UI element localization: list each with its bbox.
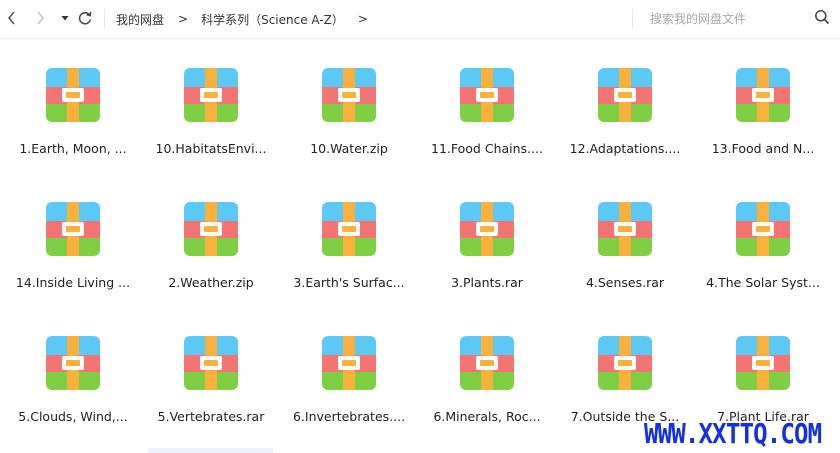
file-item[interactable]: 4.The Solar Syst... bbox=[694, 172, 832, 306]
file-item[interactable]: 13.Food and N... bbox=[694, 38, 832, 172]
caret-down-icon bbox=[60, 13, 70, 23]
file-item[interactable]: 10.Water.zip bbox=[280, 38, 418, 172]
file-item[interactable]: 5.Clouds, Wind,... bbox=[4, 306, 142, 440]
history-dropdown-button[interactable] bbox=[54, 7, 76, 29]
toolbar: 我的网盘 > 科学系列（Science A-Z） > bbox=[0, 0, 840, 39]
file-item[interactable]: 1.Earth, Moon, ... bbox=[4, 38, 142, 172]
file-grid: 1.Earth, Moon, ... 10.HabitatsEnvi... 10.W… bbox=[0, 38, 840, 453]
breadcrumb: 我的网盘 > 科学系列（Science A-Z） > bbox=[116, 10, 381, 28]
file-item[interactable]: 14.Inside Living ... bbox=[4, 172, 142, 306]
file-name: 14.Inside Living ... bbox=[15, 275, 131, 290]
search-input[interactable] bbox=[650, 12, 790, 26]
refresh-icon bbox=[77, 10, 93, 26]
search-divider bbox=[632, 9, 633, 29]
archive-file-icon bbox=[46, 68, 100, 122]
file-item[interactable]: 2.Weather.zip bbox=[142, 172, 280, 306]
breadcrumb-separator: > bbox=[178, 12, 189, 26]
file-item[interactable]: 11.Food Chains.... bbox=[418, 38, 556, 172]
file-item[interactable]: 3.Plants.rar bbox=[418, 172, 556, 306]
search-box bbox=[650, 9, 830, 29]
breadcrumb-expand-separator[interactable]: > bbox=[358, 12, 368, 26]
refresh-button[interactable] bbox=[74, 7, 96, 29]
breadcrumb-item-science-series[interactable]: 科学系列（Science A-Z） bbox=[201, 11, 344, 28]
file-name: 6.Invertebrates.... bbox=[292, 409, 406, 424]
file-name: 12.Adaptations.... bbox=[569, 141, 681, 156]
archive-file-icon bbox=[736, 68, 790, 122]
file-item[interactable]: 3.Earth's Surfac... bbox=[280, 172, 418, 306]
archive-file-icon bbox=[460, 336, 514, 390]
file-item[interactable]: 6.Minerals, Roc... bbox=[418, 306, 556, 440]
archive-file-icon bbox=[736, 202, 790, 256]
archive-file-icon bbox=[184, 68, 238, 122]
chevron-left-icon bbox=[6, 11, 18, 25]
search-icon[interactable] bbox=[814, 9, 830, 29]
file-name: 2.Weather.zip bbox=[168, 275, 254, 290]
archive-file-icon bbox=[46, 336, 100, 390]
back-button[interactable] bbox=[1, 7, 23, 29]
file-name: 3.Plants.rar bbox=[451, 275, 523, 290]
archive-file-icon bbox=[322, 336, 376, 390]
archive-file-icon bbox=[736, 336, 790, 390]
archive-file-icon bbox=[322, 202, 376, 256]
archive-file-icon bbox=[184, 202, 238, 256]
file-item[interactable]: 5.Vertebrates.rar bbox=[142, 306, 280, 440]
file-name: 10.Water.zip bbox=[310, 141, 388, 156]
file-item[interactable]: 10.HabitatsEnvi... bbox=[142, 38, 280, 172]
tile-hover-highlight bbox=[148, 448, 273, 453]
file-item[interactable]: 12.Adaptations.... bbox=[556, 38, 694, 172]
archive-file-icon bbox=[184, 336, 238, 390]
archive-file-icon bbox=[598, 336, 652, 390]
archive-file-icon bbox=[598, 202, 652, 256]
file-name: 5.Vertebrates.rar bbox=[157, 409, 265, 424]
archive-file-icon bbox=[322, 68, 376, 122]
archive-file-icon bbox=[460, 68, 514, 122]
chevron-right-icon bbox=[34, 11, 46, 25]
archive-file-icon bbox=[598, 68, 652, 122]
archive-file-icon bbox=[46, 202, 100, 256]
file-name: 11.Food Chains.... bbox=[431, 141, 543, 156]
file-name: 5.Clouds, Wind,... bbox=[18, 409, 128, 424]
file-item[interactable]: 6.Invertebrates.... bbox=[280, 306, 418, 440]
toolbar-divider bbox=[104, 9, 105, 29]
watermark: WWW.XXTTQ.COM bbox=[644, 417, 822, 450]
file-name: 1.Earth, Moon, ... bbox=[19, 141, 127, 156]
file-name: 3.Earth's Surfac... bbox=[293, 275, 405, 290]
file-name: 4.The Solar Syst... bbox=[706, 275, 820, 290]
file-name: 10.HabitatsEnvi... bbox=[155, 141, 267, 156]
archive-file-icon bbox=[460, 202, 514, 256]
file-name: 13.Food and N... bbox=[711, 141, 815, 156]
forward-button[interactable] bbox=[29, 7, 51, 29]
file-name: 6.Minerals, Roc... bbox=[433, 409, 541, 424]
file-item[interactable]: 4.Senses.rar bbox=[556, 172, 694, 306]
file-name: 4.Senses.rar bbox=[585, 275, 665, 290]
breadcrumb-item-my-drive[interactable]: 我的网盘 bbox=[116, 11, 164, 28]
